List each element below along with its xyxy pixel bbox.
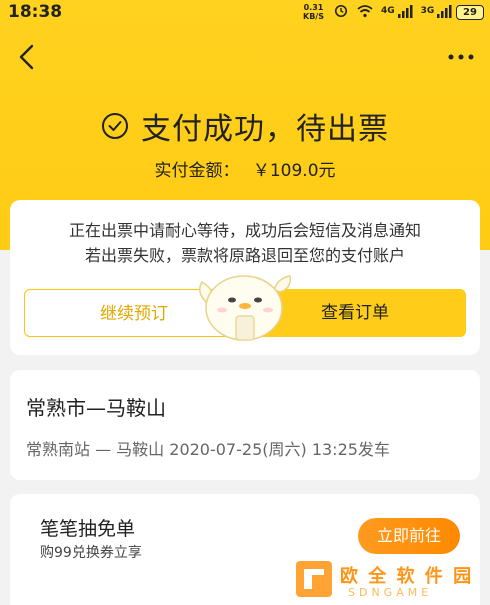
watermark-logo-icon bbox=[296, 561, 332, 597]
amount-value: ￥109.0元 bbox=[252, 161, 336, 181]
promo-title: 笔笔抽免单 bbox=[40, 518, 136, 540]
page-title: 支付成功，待出票 bbox=[0, 104, 490, 148]
route-detail: 常熟南站 — 马鞍山 2020-07-25(周六) 13:25发车 bbox=[26, 440, 390, 459]
back-arrow-icon[interactable] bbox=[14, 42, 40, 72]
route-title: 常熟市—马鞍山 bbox=[26, 396, 166, 420]
wifi-icon bbox=[357, 5, 373, 18]
promo-subtitle: 购99兑换券立享 bbox=[40, 545, 142, 561]
more-menu-icon[interactable] bbox=[446, 52, 476, 62]
trip-info-card[interactable]: 常熟市—马鞍山 常熟南站 — 马鞍山 2020-07-25(周六) 13:25发… bbox=[10, 370, 480, 480]
go-now-button[interactable]: 立即前往 bbox=[358, 518, 460, 554]
amount-label: 实付金额： bbox=[154, 161, 240, 181]
signal-icon bbox=[397, 5, 413, 18]
payment-status-title: 支付成功，待出票 bbox=[141, 112, 389, 147]
mascot-illustration bbox=[199, 275, 292, 341]
battery-indicator: 29 bbox=[456, 5, 484, 20]
signal-label-1: 4G bbox=[381, 6, 395, 16]
signal-label-2: 3G bbox=[420, 6, 435, 16]
status-bar: 18:38 0.31 KB/S 4G 3G 29 bbox=[0, 0, 490, 26]
paid-amount: 实付金额： ￥109.0元 bbox=[0, 156, 490, 181]
ticket-notice: 正在出票中请耐心等待，成功后会短信及消息通知 若出票失败，票款将原路退回至您的支… bbox=[10, 218, 480, 268]
check-circle-icon bbox=[102, 113, 128, 139]
notice-line-1: 正在出票中请耐心等待，成功后会短信及消息通知 bbox=[68, 221, 421, 240]
watermark-text: 欧 全 软 件 园 bbox=[340, 566, 474, 587]
status-time: 18:38 bbox=[8, 2, 63, 22]
network-speed: 0.31 KB/S bbox=[303, 3, 324, 21]
watermark-subtext: SDNGAME bbox=[348, 586, 433, 599]
watermark: 欧 全 软 件 园 SDNGAME bbox=[292, 556, 488, 602]
alarm-icon bbox=[334, 4, 348, 18]
signal-icon-2 bbox=[437, 5, 452, 18]
